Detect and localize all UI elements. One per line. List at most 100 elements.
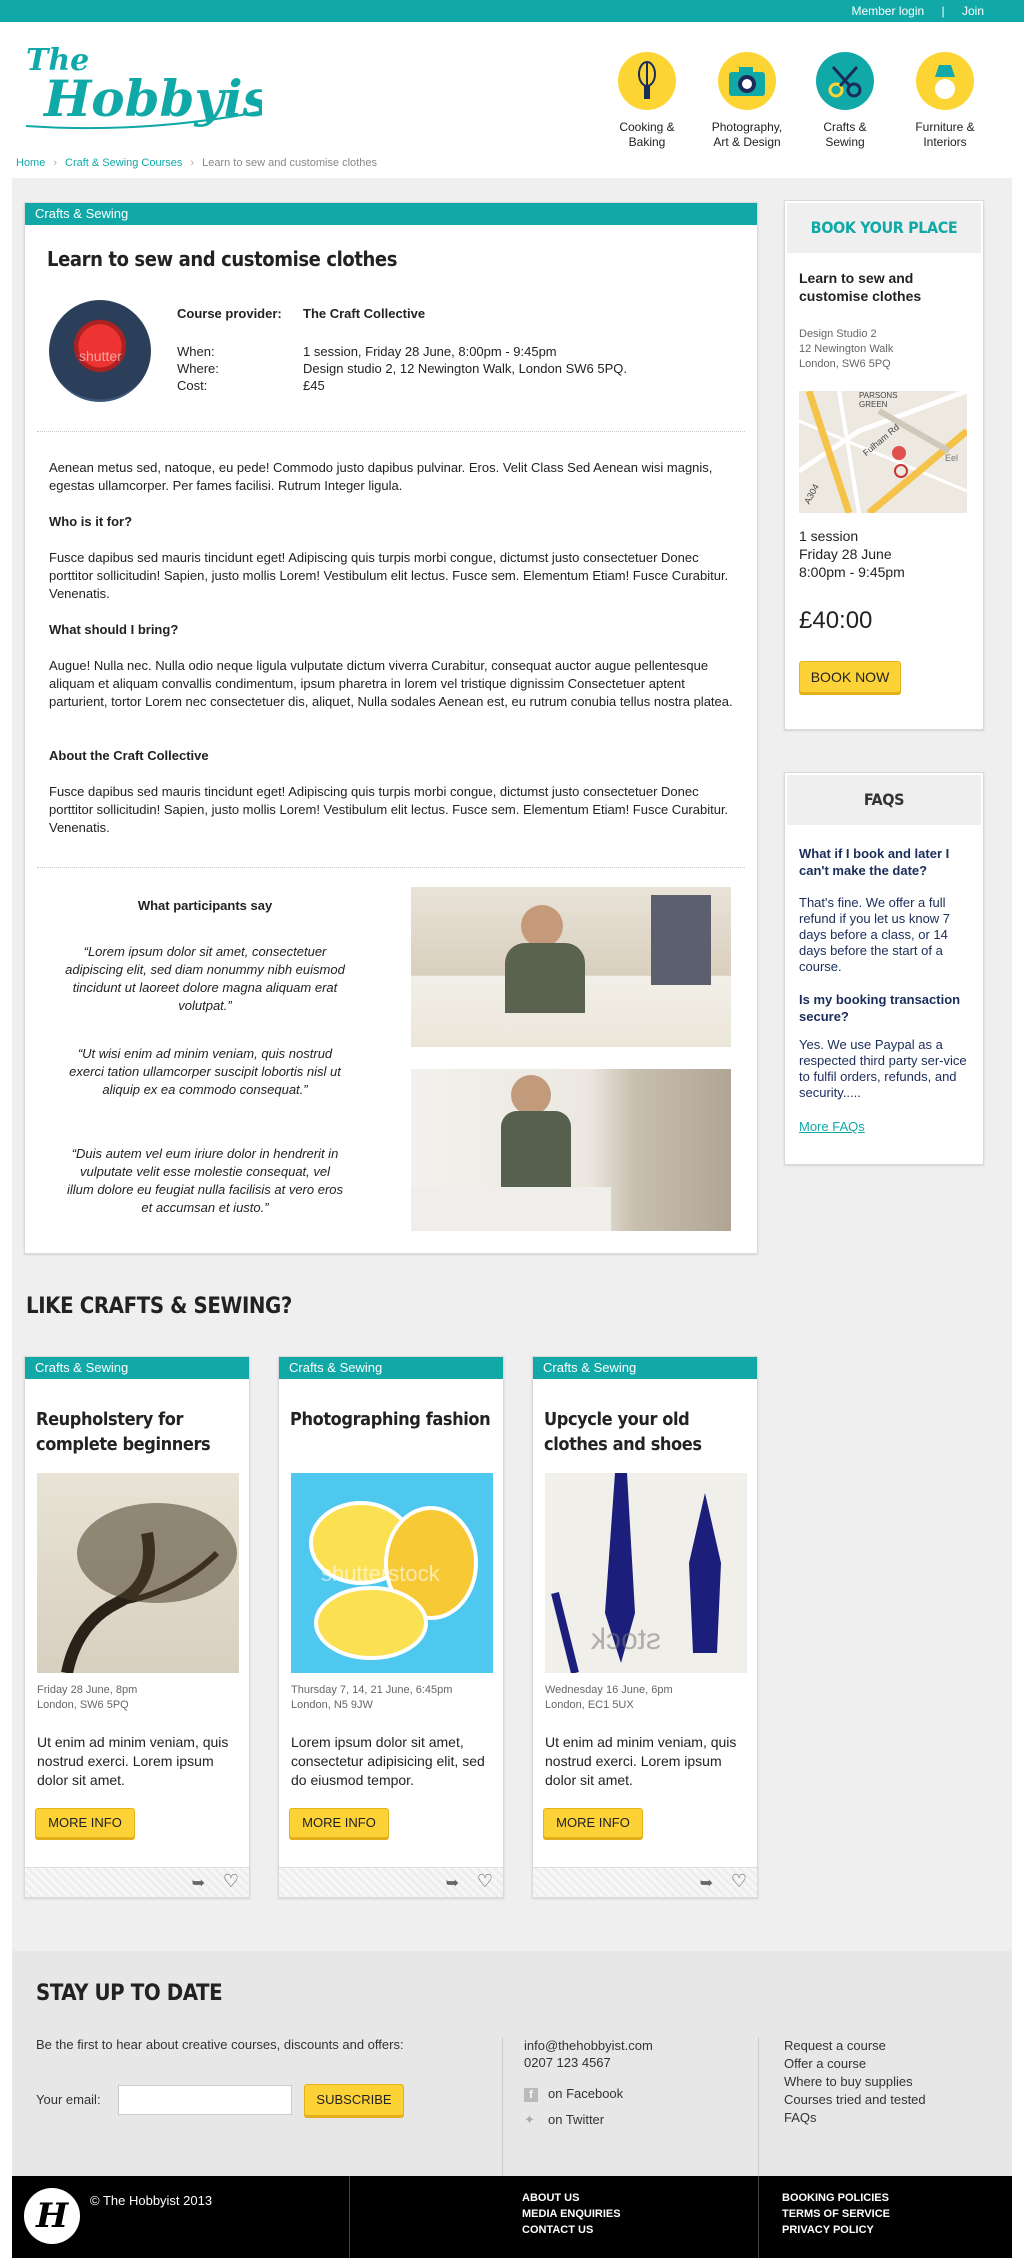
testimonials-title: What participants say — [137, 898, 273, 913]
breadcrumb-section[interactable]: Craft & Sewing Courses — [65, 157, 182, 169]
card-location: London, EC1 5UX — [545, 1699, 634, 1711]
card-image: stock — [545, 1473, 747, 1673]
faq-answer: Yes. We use Paypal as a respected third … — [799, 1037, 967, 1100]
map-label: GREEN — [859, 400, 888, 409]
card-category-tab[interactable]: Crafts & Sewing — [279, 1357, 503, 1379]
map-label: Eel — [945, 453, 959, 463]
nav-label: Photography, — [711, 120, 783, 134]
avatar-watermark: shutter — [79, 348, 122, 364]
join-link[interactable]: Join — [962, 4, 984, 18]
share-icon[interactable]: ➥ — [446, 1873, 459, 1893]
related-course-card[interactable]: Crafts & Sewing Photographing fashion sh… — [278, 1356, 504, 1898]
card-title[interactable]: Reupholstery for complete beginners — [36, 1407, 240, 1457]
nav-furniture-interiors[interactable]: Furniture & Interiors — [890, 52, 1000, 150]
facebook-label: on Facebook — [548, 2086, 624, 2101]
footer-link[interactable]: PRIVACY POLICY — [782, 2222, 890, 2238]
breadcrumb-home[interactable]: Home — [16, 157, 45, 169]
booking-address-line: Design Studio 2 — [799, 328, 877, 340]
email-input[interactable] — [118, 2085, 292, 2115]
site-logo[interactable]: The Hobbyist — [22, 36, 294, 136]
footer-link[interactable]: FAQs — [784, 2109, 926, 2127]
member-login-link[interactable]: Member login — [851, 4, 924, 18]
card-date: Friday 28 June, 8pm — [37, 1684, 138, 1696]
location-map[interactable]: PARSONS GREEN Fulham Rd A304 Eel — [799, 391, 967, 513]
workshop-photo — [411, 887, 731, 1047]
bring-heading: What should I bring? — [49, 622, 179, 637]
newsletter-text: Be the first to hear about creative cour… — [36, 2037, 404, 2052]
related-course-card[interactable]: Crafts & Sewing Reupholstery for complet… — [24, 1356, 250, 1898]
more-info-button[interactable]: MORE INFO — [543, 1808, 643, 1838]
footer-link[interactable]: CONTACT US — [522, 2222, 621, 2238]
footer-link[interactable]: Where to buy supplies — [784, 2073, 926, 2091]
heart-icon[interactable]: ♡ — [477, 1871, 493, 1892]
heart-icon[interactable]: ♡ — [731, 1871, 747, 1892]
divider — [502, 2037, 503, 2176]
card-footer: ➥ ♡ — [279, 1867, 503, 1897]
nav-photography-art-design[interactable]: Photography, Art & Design — [692, 52, 802, 150]
divider — [37, 431, 745, 432]
cost-label: Cost: — [177, 378, 208, 393]
card-title[interactable]: Upcycle your old clothes and shoes — [544, 1407, 748, 1457]
map-label: PARSONS — [859, 391, 898, 400]
card-footer: ➥ ♡ — [25, 1867, 249, 1897]
booking-session: 1 session — [799, 528, 859, 544]
contact-email[interactable]: info@thehobbyist.com — [524, 2037, 653, 2054]
footer-logo[interactable]: H — [24, 2188, 80, 2244]
cost-value: £45 — [303, 378, 325, 393]
footer-link[interactable]: ABOUT US — [522, 2190, 621, 2206]
topbar-separator: | — [941, 4, 945, 18]
footer-link[interactable]: Offer a course — [784, 2055, 926, 2073]
bring-text: Augue! Nulla nec. Nulla odio neque ligul… — [49, 658, 733, 709]
book-now-button[interactable]: BOOK NOW — [799, 661, 901, 693]
faq-answer: That's fine. We offer a full refund if y… — [799, 895, 951, 974]
heart-icon[interactable]: ♡ — [223, 1871, 239, 1892]
card-category-tab[interactable]: Crafts & Sewing — [533, 1357, 757, 1379]
share-icon[interactable]: ➥ — [192, 1873, 205, 1893]
lamp-icon — [916, 52, 974, 110]
workshop-photo — [411, 1069, 731, 1231]
whisk-icon — [618, 52, 676, 110]
where-label: Where: — [177, 361, 219, 376]
card-description: Ut enim ad minim veniam, quis nostrud ex… — [545, 1734, 737, 1788]
nav-label: Art & Design — [713, 135, 781, 149]
share-icon[interactable]: ➥ — [700, 1873, 713, 1893]
footer-link[interactable]: Request a course — [784, 2037, 926, 2055]
faq-panel: FAQS What if I book and later I can't ma… — [784, 772, 984, 1165]
facebook-icon: f — [524, 2088, 538, 2102]
testimonial-quote: “Duis autem vel eum iriure dolor in hend… — [66, 1146, 344, 1215]
footer-link[interactable]: TERMS OF SERVICE — [782, 2206, 890, 2222]
card-date: Wednesday 16 June, 6pm — [545, 1684, 673, 1696]
provider-avatar: shutter — [49, 300, 151, 402]
divider — [349, 2176, 350, 2258]
contact-phone: 0207 123 4567 — [524, 2055, 611, 2070]
more-faqs-link[interactable]: More FAQs — [799, 1119, 865, 1134]
breadcrumb-chevron-icon: › — [53, 157, 58, 169]
divider — [758, 2176, 759, 2258]
about-text: Fusce dapibus sed mauris tincidunt eget!… — [49, 784, 729, 835]
card-title[interactable]: Photographing fashion — [290, 1407, 494, 1432]
booking-address-line: London, SW6 5PQ — [799, 358, 891, 370]
facebook-link[interactable]: f on Facebook — [524, 2086, 623, 2102]
booking-price: £40:00 — [799, 607, 873, 634]
where-value: Design studio 2, 12 Newington Walk, Lond… — [303, 361, 627, 376]
divider — [37, 867, 745, 868]
nav-label: Interiors — [923, 135, 967, 149]
nav-label: Cooking & — [619, 120, 675, 134]
subscribe-button[interactable]: SUBSCRIBE — [304, 2084, 404, 2116]
breadcrumb: Home › Craft & Sewing Courses › Learn to sew… — [16, 157, 377, 169]
nav-cooking-baking[interactable]: Cooking & Baking — [592, 52, 702, 150]
card-category-tab[interactable]: Crafts & Sewing — [25, 1357, 249, 1379]
footer-link[interactable]: BOOKING POLICIES — [782, 2190, 890, 2206]
more-info-button[interactable]: MORE INFO — [289, 1808, 389, 1838]
footer-link[interactable]: MEDIA ENQUIRIES — [522, 2206, 621, 2222]
faq-question: Is my booking transaction secure? — [799, 992, 961, 1024]
nav-crafts-sewing[interactable]: Crafts & Sewing — [790, 52, 900, 150]
more-info-button[interactable]: MORE INFO — [35, 1808, 135, 1838]
related-course-card[interactable]: Crafts & Sewing Upcycle your old clothes… — [532, 1356, 758, 1898]
about-heading: About the Craft Collective — [49, 748, 209, 763]
footer-link[interactable]: Courses tried and tested — [784, 2091, 926, 2109]
course-category-tab[interactable]: Crafts & Sewing — [25, 203, 757, 225]
card-location: London, N5 9JW — [291, 1699, 373, 1711]
camera-icon — [718, 52, 776, 110]
twitter-link[interactable]: ✦ on Twitter — [524, 2112, 604, 2128]
